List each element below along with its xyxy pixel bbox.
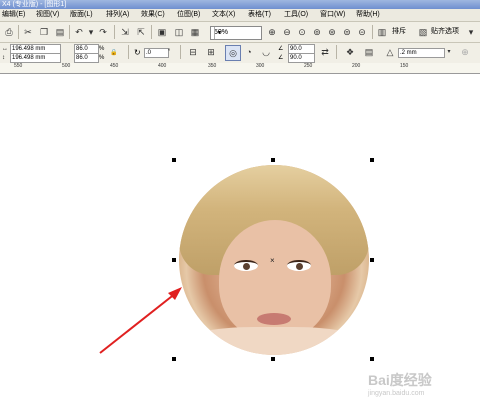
watermark-sub: jingyan.baidu.com <box>368 390 425 397</box>
annotation-arrow <box>99 287 182 354</box>
watermark: Bai度经验 jingyan.baidu.com <box>368 370 432 397</box>
watermark-main: Bai度经验 <box>368 372 432 388</box>
